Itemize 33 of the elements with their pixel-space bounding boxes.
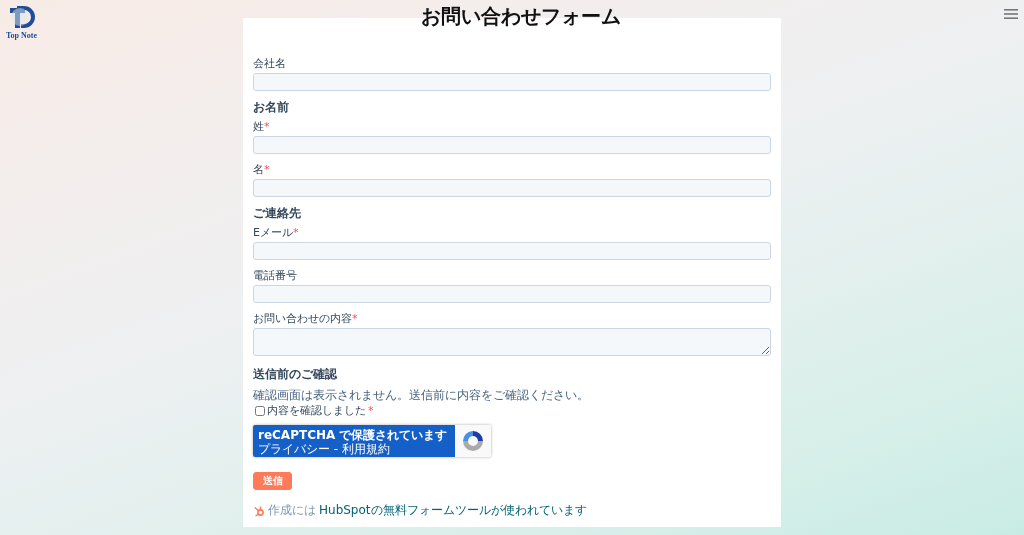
input-field[interactable]	[253, 73, 771, 91]
section-heading: お名前	[253, 100, 290, 114]
field-label: 会社名	[253, 58, 287, 70]
checkbox-label: 内容を確認しました	[267, 403, 366, 419]
input-field[interactable]	[253, 284, 771, 303]
required-mark: *	[264, 119, 270, 133]
input-field[interactable]	[253, 178, 771, 197]
field-label: お問い合わせの内容*	[253, 312, 359, 325]
menu-icon[interactable]	[1004, 8, 1018, 20]
input-field[interactable]	[253, 135, 771, 154]
input-field[interactable]	[253, 241, 771, 260]
recaptcha-text: reCAPTCHA で保護されています	[258, 428, 449, 443]
field-label: Eメール*	[253, 226, 300, 239]
field-label: 姓*	[253, 120, 271, 133]
required-mark: *	[368, 404, 374, 418]
page-title: お問い合わせフォーム	[420, 4, 621, 28]
footer-text: 作成には	[268, 502, 316, 520]
field-label: 電話番号	[253, 269, 298, 282]
text-area[interactable]	[253, 327, 771, 357]
hint-text: 確認画面は表示されません。送信前に内容をご確認ください。	[253, 388, 590, 403]
required-mark: *	[352, 311, 358, 325]
field-label: 名*	[253, 163, 271, 176]
required-mark: *	[264, 162, 270, 176]
section-heading: 送信前のご確認	[253, 368, 338, 382]
footer-link[interactable]: HubSpotの無料フォームツールが使われています	[319, 502, 587, 520]
logo-icon	[7, 4, 36, 30]
checkbox[interactable]	[255, 405, 265, 416]
logo-text: Top Note	[6, 31, 38, 40]
section-heading: ご連絡先	[253, 206, 302, 220]
required-mark: *	[292, 225, 299, 239]
hubspot-icon	[253, 504, 265, 517]
recaptcha-links[interactable]: プライバシー - 利用規約	[258, 442, 450, 457]
recaptcha-icon	[461, 429, 485, 454]
